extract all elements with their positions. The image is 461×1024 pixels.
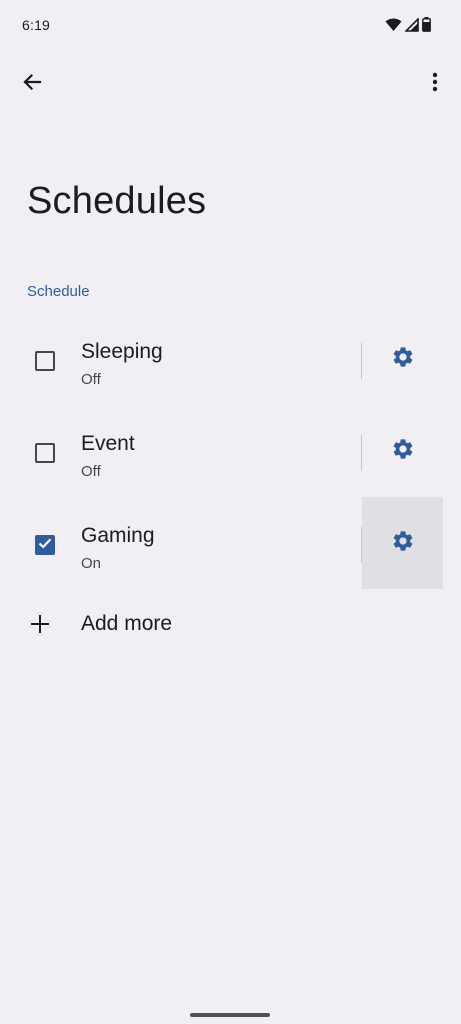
gaming-checkbox[interactable] [35, 535, 55, 555]
section-header: Schedule [27, 283, 90, 300]
page-title: Schedules [27, 180, 207, 222]
sleeping-settings-button[interactable] [362, 313, 443, 405]
status-icons [385, 17, 431, 32]
schedule-row-event[interactable]: Event Off [0, 405, 461, 497]
gear-icon [391, 345, 415, 374]
more-options-button[interactable] [419, 66, 451, 102]
schedule-row-gaming[interactable]: Gaming On [0, 497, 461, 589]
schedule-title: Sleeping [81, 340, 163, 363]
battery-icon [422, 17, 431, 32]
plus-icon [30, 614, 50, 639]
gaming-settings-button[interactable] [362, 497, 443, 589]
status-bar: 6:19 [0, 0, 461, 52]
more-vert-icon [432, 72, 438, 97]
schedule-title: Gaming [81, 524, 155, 547]
gear-icon [391, 529, 415, 558]
schedule-title: Event [81, 432, 135, 455]
add-more-label: Add more [81, 612, 173, 635]
schedule-row-sleeping[interactable]: Sleeping Off [0, 313, 461, 405]
sleeping-checkbox[interactable] [35, 351, 55, 371]
schedule-status: On [81, 555, 102, 572]
cellular-signal-icon [405, 17, 419, 32]
back-button[interactable] [14, 66, 50, 102]
schedule-status: Off [81, 371, 101, 388]
gear-icon [391, 437, 415, 466]
status-time: 6:19 [22, 17, 51, 33]
wifi-icon [385, 18, 402, 32]
add-more-button[interactable]: Add more [0, 578, 461, 668]
schedule-status: Off [81, 463, 101, 480]
gesture-nav-handle[interactable] [190, 1013, 270, 1017]
arrow-back-icon [22, 72, 42, 97]
event-checkbox[interactable] [35, 443, 55, 463]
check-icon [37, 535, 53, 556]
event-settings-button[interactable] [362, 405, 443, 497]
schedules-screen: 6:19 Schedules Schedule Sleeping Off Eve… [0, 0, 461, 1024]
